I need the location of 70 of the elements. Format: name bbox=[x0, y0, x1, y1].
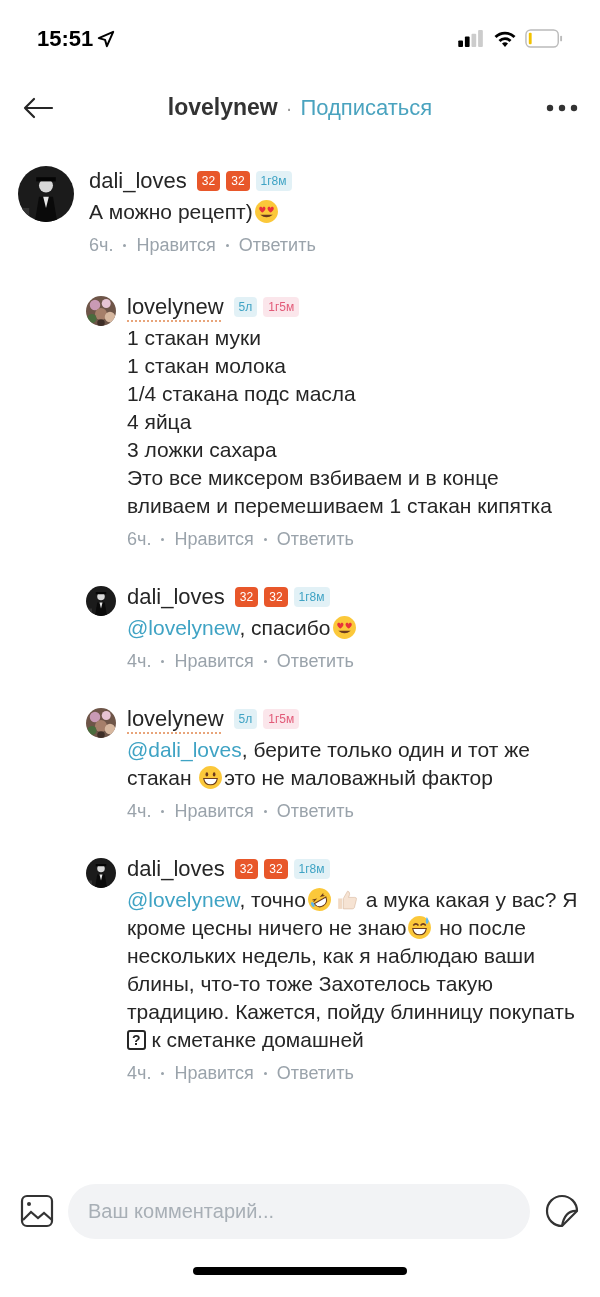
emoji-icon bbox=[198, 765, 224, 790]
comment-text: @lovelynew, спасибо bbox=[127, 614, 580, 642]
dot-separator-icon bbox=[161, 809, 165, 813]
badge: 1г8м bbox=[255, 171, 292, 191]
author-name[interactable]: dali_loves bbox=[127, 854, 225, 884]
dot-separator-icon bbox=[225, 243, 229, 247]
dot-separator-icon bbox=[161, 1071, 165, 1075]
comment-time: 4ч. bbox=[127, 650, 152, 673]
badge: 1г8м bbox=[293, 587, 330, 607]
like-button[interactable]: Нравится bbox=[136, 232, 216, 258]
dot-separator-icon bbox=[263, 659, 267, 663]
image-icon[interactable] bbox=[20, 1194, 54, 1228]
comment-time: 6ч. bbox=[127, 528, 152, 551]
reply-button[interactable]: Ответить bbox=[276, 648, 354, 674]
subscribe-link[interactable]: Подписаться bbox=[300, 91, 433, 124]
badge: 5л bbox=[233, 709, 258, 729]
emoji-icon bbox=[331, 615, 357, 640]
dot-separator-icon bbox=[161, 659, 165, 663]
battery-icon bbox=[525, 29, 563, 48]
badge: 32 bbox=[234, 587, 259, 607]
comment-input[interactable]: Ваш комментарий... bbox=[68, 1183, 530, 1239]
comment-text: @dali_loves, берите только один и тот же стакан это не маловажный фактор bbox=[127, 737, 531, 792]
header-separator: · bbox=[285, 95, 293, 121]
comment-time: 4ч. bbox=[127, 1062, 152, 1085]
mention-link[interactable]: @lovelynew bbox=[127, 888, 240, 911]
badge: 32 bbox=[264, 587, 288, 607]
comment-text: А можно рецепт) bbox=[89, 198, 580, 226]
signal-icon bbox=[458, 30, 485, 47]
reply-button[interactable]: Ответить bbox=[276, 526, 354, 552]
author-name[interactable]: lovelynew bbox=[127, 704, 224, 734]
comment-time: 6ч. bbox=[89, 234, 114, 257]
badge: 5л bbox=[233, 297, 258, 317]
badge: 1г5м bbox=[263, 297, 300, 317]
comment-time: 4ч. bbox=[127, 800, 152, 823]
reply-button[interactable]: Ответить bbox=[276, 798, 354, 824]
back-arrow-icon[interactable] bbox=[22, 95, 54, 120]
badge: 1г8м bbox=[293, 859, 330, 879]
missing-glyph-icon: ? bbox=[127, 1030, 146, 1050]
badge: 32 bbox=[196, 171, 221, 191]
wifi-icon bbox=[493, 29, 517, 48]
emoji-icon bbox=[407, 915, 433, 940]
author-name[interactable]: dali_loves bbox=[127, 582, 225, 612]
location-arrow-icon bbox=[97, 29, 116, 48]
badge: 32 bbox=[234, 859, 259, 879]
sticker-icon[interactable] bbox=[544, 1193, 580, 1229]
badge: 1г5м bbox=[263, 709, 300, 729]
like-button[interactable]: Нравится bbox=[174, 798, 254, 824]
mention-link[interactable]: @dali_loves bbox=[127, 738, 242, 761]
author-name[interactable]: dali_loves bbox=[89, 166, 187, 196]
dot-separator-icon bbox=[263, 1071, 267, 1075]
comment-text: 1 стакан муки 1 стакан молока 1/4 стакана подс масла 4 яйца 3 ложки сахара Это все миксером взбиваем и в конце вливаем и перемешиваем 1 стакан кипятка bbox=[127, 325, 553, 519]
status-time: 15:51 bbox=[37, 25, 94, 53]
reply-button[interactable]: Ответить bbox=[238, 232, 316, 258]
mention-link[interactable]: @lovelynew bbox=[127, 616, 240, 639]
dot-separator-icon bbox=[263, 809, 267, 813]
dot-separator-icon bbox=[123, 243, 127, 247]
more-icon[interactable] bbox=[546, 103, 578, 112]
emoji-icon bbox=[306, 887, 332, 912]
like-button[interactable]: Нравится bbox=[174, 526, 254, 552]
like-button[interactable]: Нравится bbox=[174, 648, 254, 674]
header-title: lovelynew bbox=[167, 93, 278, 123]
badge: 32 bbox=[264, 859, 288, 879]
dot-separator-icon bbox=[161, 537, 165, 541]
reply-button[interactable]: Ответить bbox=[276, 1060, 354, 1086]
like-button[interactable]: Нравится bbox=[174, 1060, 254, 1086]
badge: 32 bbox=[226, 171, 250, 191]
emoji-icon bbox=[253, 199, 279, 224]
dot-separator-icon bbox=[263, 537, 267, 541]
author-name[interactable]: lovelynew bbox=[127, 292, 224, 322]
comment-text: @lovelynew, точно а мука какая у вас? Я кроме цесны ничего не знаю но после нескольких недель, как я наблюдаю ваши блины, что-то тоже Захотелось такую традицию. Кажется, пойду блинницу покупать ? к сметанке домашней bbox=[127, 886, 579, 1053]
